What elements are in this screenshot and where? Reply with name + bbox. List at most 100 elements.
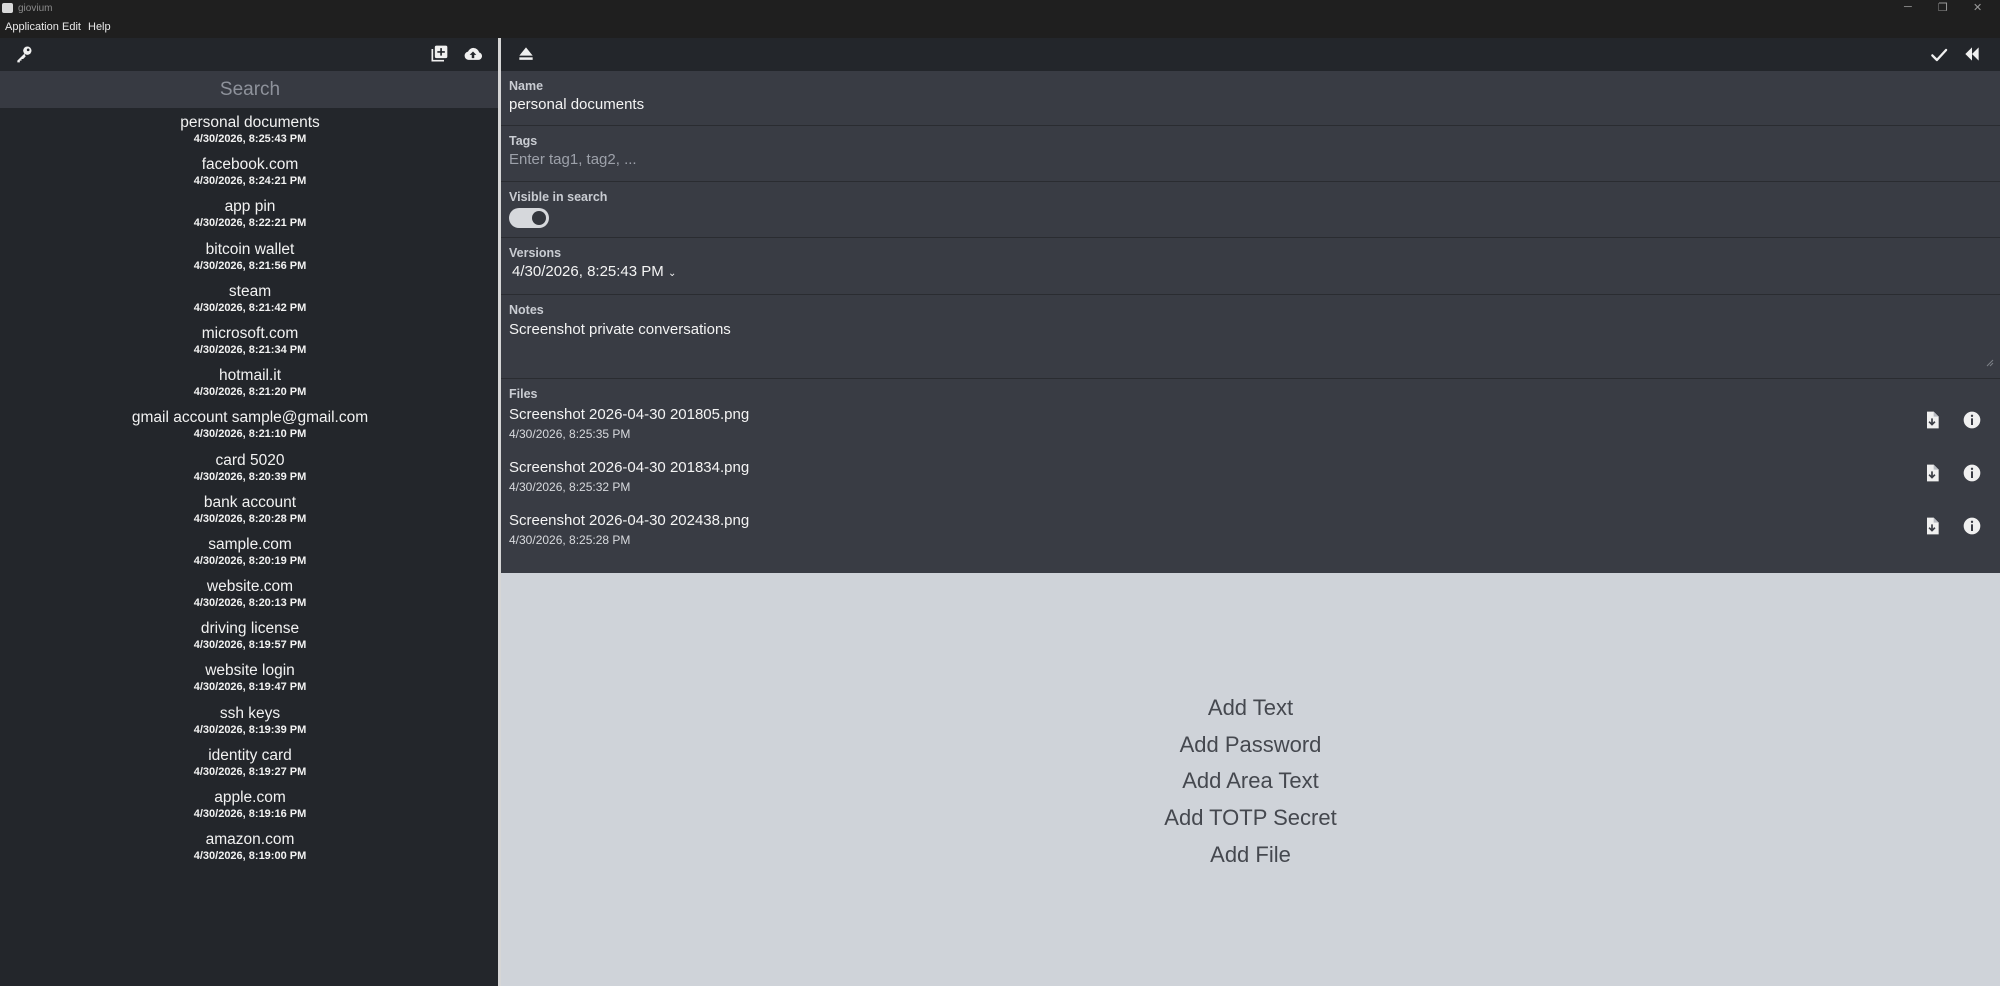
list-item[interactable]: hotmail.it 4/30/2026, 8:21:20 PM bbox=[0, 366, 500, 408]
name-label: Name bbox=[509, 79, 544, 93]
entry-name: personal documents bbox=[180, 114, 320, 131]
menu-bar: Application Edit Help bbox=[0, 17, 2000, 38]
entry-name: apple.com bbox=[214, 789, 286, 806]
entry-name: ssh keys bbox=[219, 704, 281, 722]
entry-date: 4/30/2026, 8:21:10 PM bbox=[193, 428, 307, 441]
list-item[interactable]: website login 4/30/2026, 8:19:47 PM bbox=[0, 661, 500, 703]
notes-textarea[interactable]: Screenshot private conversations bbox=[509, 321, 731, 338]
window-titlebar: giovium ─ ❐ ✕ bbox=[0, 0, 2000, 17]
minimize-button[interactable]: ─ bbox=[1904, 1, 1912, 13]
tags-input[interactable]: Enter tag1, tag2, ... bbox=[509, 151, 637, 168]
list-item[interactable]: amazon.com 4/30/2026, 8:19:00 PM bbox=[0, 830, 500, 872]
entry-name: bank account bbox=[203, 493, 297, 511]
add-entry-icon[interactable] bbox=[429, 44, 449, 64]
entry-name: steam bbox=[228, 282, 272, 300]
entry-date: 4/30/2026, 8:19:39 PM bbox=[193, 723, 307, 736]
menu-help[interactable]: Help bbox=[88, 21, 111, 33]
list-item[interactable]: ssh keys 4/30/2026, 8:19:39 PM bbox=[0, 704, 500, 746]
add-area-text-button[interactable]: Add Area Text bbox=[501, 763, 2000, 800]
entry-date: 4/30/2026, 8:19:47 PM bbox=[193, 681, 307, 694]
file-date: 4/30/2026, 8:25:35 PM bbox=[509, 427, 631, 441]
list-item[interactable]: sample.com 4/30/2026, 8:20:19 PM bbox=[0, 535, 500, 577]
file-name: Screenshot 2026-04-30 202438.png bbox=[509, 512, 750, 529]
list-item[interactable]: personal documents 4/30/2026, 8:25:43 PM bbox=[0, 113, 500, 155]
menu-edit[interactable]: Edit bbox=[62, 21, 81, 33]
list-item[interactable]: steam 4/30/2026, 8:21:42 PM bbox=[0, 282, 500, 324]
entry-date: 4/30/2026, 8:20:13 PM bbox=[193, 597, 307, 610]
entry-name: facebook.com bbox=[201, 156, 299, 174]
download-file-icon[interactable] bbox=[1922, 515, 1942, 537]
versions-field: Versions 4/30/2026, 8:25:43 PM ⌄ bbox=[501, 238, 2000, 295]
entry-date: 4/30/2026, 8:20:39 PM bbox=[193, 470, 307, 483]
name-field: Name personal documents bbox=[501, 71, 2000, 126]
visible-field: Visible in search bbox=[501, 182, 2000, 238]
list-item[interactable]: identity card 4/30/2026, 8:19:27 PM bbox=[0, 746, 500, 788]
maximize-button[interactable]: ❐ bbox=[1938, 1, 1948, 14]
right-toolbar bbox=[501, 38, 2000, 71]
entry-date: 4/30/2026, 8:20:28 PM bbox=[193, 512, 307, 525]
key-icon[interactable] bbox=[14, 44, 34, 64]
entry-form: Name personal documents Tags Enter tag1,… bbox=[501, 71, 2000, 573]
name-input[interactable]: personal documents bbox=[509, 96, 644, 113]
list-item[interactable]: driving license 4/30/2026, 8:19:57 PM bbox=[0, 619, 500, 661]
entry-date: 4/30/2026, 8:22:21 PM bbox=[193, 217, 307, 230]
entry-date: 4/30/2026, 8:19:57 PM bbox=[193, 639, 307, 652]
tags-label: Tags bbox=[509, 134, 538, 148]
files-field: Files Screenshot 2026-04-30 201805.png 4… bbox=[501, 379, 2000, 573]
visible-label: Visible in search bbox=[509, 190, 608, 204]
entry-date: 4/30/2026, 8:21:42 PM bbox=[193, 301, 307, 314]
checkmark-icon[interactable] bbox=[1929, 45, 1949, 65]
resize-grip-icon[interactable] bbox=[1986, 359, 1994, 367]
list-item[interactable]: microsoft.com 4/30/2026, 8:21:34 PM bbox=[0, 324, 500, 366]
entry-date: 4/30/2026, 8:25:43 PM bbox=[193, 133, 307, 145]
download-file-icon[interactable] bbox=[1922, 409, 1942, 431]
info-icon[interactable] bbox=[1962, 409, 1982, 431]
add-totp-secret-button[interactable]: Add TOTP Secret bbox=[501, 800, 2000, 837]
add-file-button[interactable]: Add File bbox=[501, 837, 2000, 874]
app-icon bbox=[2, 3, 13, 13]
list-item[interactable]: apple.com 4/30/2026, 8:19:16 PM bbox=[0, 788, 500, 830]
list-item[interactable]: website.com 4/30/2026, 8:20:13 PM bbox=[0, 577, 500, 619]
tags-field: Tags Enter tag1, tag2, ... bbox=[501, 126, 2000, 182]
entry-date: 4/30/2026, 8:24:21 PM bbox=[193, 175, 307, 188]
cloud-upload-icon[interactable] bbox=[463, 44, 483, 64]
list-item[interactable]: card 5020 4/30/2026, 8:20:39 PM bbox=[0, 451, 500, 493]
file-date: 4/30/2026, 8:25:28 PM bbox=[509, 533, 631, 547]
add-password-button[interactable]: Add Password bbox=[501, 727, 2000, 764]
search-input[interactable]: Search bbox=[0, 71, 500, 108]
entry-name: bitcoin wallet bbox=[205, 240, 295, 258]
entry-date: 4/30/2026, 8:19:27 PM bbox=[193, 765, 307, 778]
entry-name: driving license bbox=[200, 620, 300, 638]
toggle-knob bbox=[532, 211, 546, 225]
file-row: Screenshot 2026-04-30 201805.png 4/30/20… bbox=[501, 406, 2000, 459]
list-item[interactable]: bank account 4/30/2026, 8:20:28 PM bbox=[0, 493, 500, 535]
list-item[interactable]: app pin 4/30/2026, 8:22:21 PM bbox=[0, 197, 500, 239]
entries-list: personal documents 4/30/2026, 8:25:43 PM … bbox=[0, 113, 500, 872]
eject-icon[interactable] bbox=[516, 44, 536, 64]
menu-application[interactable]: Application bbox=[5, 21, 59, 33]
entry-name: amazon.com bbox=[205, 831, 295, 849]
entry-name: gmail account sample@gmail.com bbox=[131, 409, 369, 427]
list-item[interactable]: bitcoin wallet 4/30/2026, 8:21:56 PM bbox=[0, 240, 500, 282]
entry-date: 4/30/2026, 8:21:56 PM bbox=[193, 259, 307, 272]
list-item[interactable]: gmail account sample@gmail.com 4/30/2026,… bbox=[0, 408, 500, 450]
left-toolbar bbox=[0, 38, 500, 71]
entry-name: card 5020 bbox=[215, 451, 285, 469]
entries-panel: Search personal documents 4/30/2026, 8:25… bbox=[0, 38, 500, 986]
info-icon[interactable] bbox=[1962, 462, 1982, 484]
list-item[interactable]: facebook.com 4/30/2026, 8:24:21 PM bbox=[0, 155, 500, 197]
entry-name: app pin bbox=[224, 198, 276, 216]
add-text-button[interactable]: Add Text bbox=[501, 690, 2000, 727]
entry-date: 4/30/2026, 8:21:20 PM bbox=[193, 386, 307, 399]
files-label: Files bbox=[509, 387, 538, 401]
close-window-button[interactable]: ✕ bbox=[1973, 1, 1982, 14]
collapse-icon[interactable] bbox=[1962, 44, 1982, 64]
entry-date: 4/30/2026, 8:20:19 PM bbox=[193, 554, 307, 567]
info-icon[interactable] bbox=[1962, 515, 1982, 537]
visible-toggle[interactable] bbox=[509, 208, 549, 228]
entry-name: sample.com bbox=[208, 535, 292, 553]
download-file-icon[interactable] bbox=[1922, 462, 1942, 484]
add-actions: Add Text Add Password Add Area Text Add … bbox=[501, 690, 2000, 873]
versions-select[interactable]: 4/30/2026, 8:25:43 PM ⌄ bbox=[512, 263, 676, 280]
file-name: Screenshot 2026-04-30 201834.png bbox=[509, 459, 750, 476]
